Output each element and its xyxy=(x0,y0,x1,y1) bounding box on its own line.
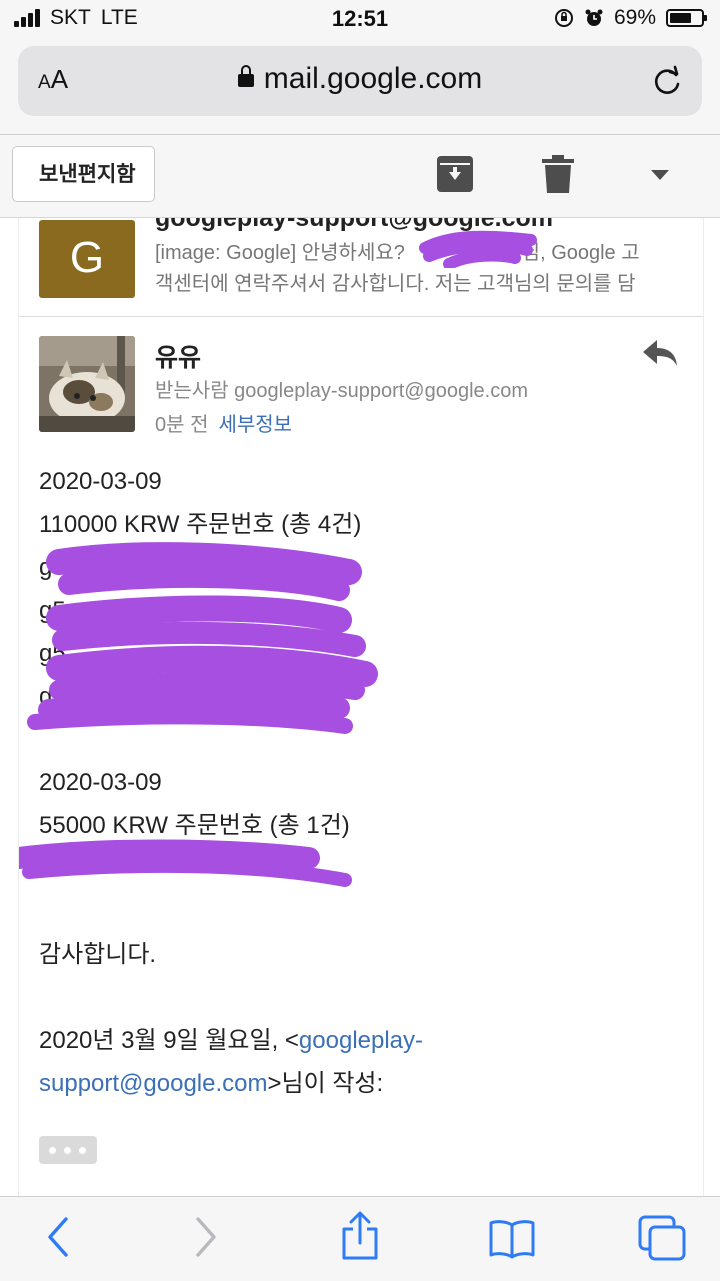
thanks-text: 감사합니다. xyxy=(39,941,157,968)
orientation-lock-icon xyxy=(554,9,573,27)
recipient-line: 받는사람 googleplay-support@google.com xyxy=(155,374,528,403)
message-header: 유유 받는사람 googleplay-support@google.com 0분… xyxy=(19,318,703,448)
order-summary-1: 110000 KRW 주문번호 (총 4건) xyxy=(39,511,362,538)
quote-header-line-1: 2020년 3월 9일 월요일, <googleplay- xyxy=(39,1019,689,1062)
browser-chrome: AA mail.google.com xyxy=(0,40,720,135)
recipient-label: 받는사람 xyxy=(155,380,229,402)
order-id-3: g5 xyxy=(39,640,66,667)
order-id-5 xyxy=(39,847,689,890)
battery-icon xyxy=(666,9,707,27)
snippet-fade xyxy=(643,218,703,316)
show-trimmed-button[interactable] xyxy=(39,1136,97,1164)
status-bar: SKT LTE 12:51 69% xyxy=(0,0,720,40)
trash-icon[interactable] xyxy=(542,155,574,193)
back-icon[interactable] xyxy=(44,1215,72,1259)
order-summary-2: 55000 KRW 주문번호 (총 1건) xyxy=(39,812,350,839)
screen: SKT LTE 12:51 69% AA mail.google.com 보낸편… xyxy=(0,0,720,1281)
tabs-icon[interactable] xyxy=(638,1215,686,1261)
address-bar[interactable]: AA mail.google.com xyxy=(18,46,702,116)
order-date-1: 2020-03-09 xyxy=(39,468,162,495)
previous-message[interactable]: G googleplay-support@google.com [image: … xyxy=(19,218,703,317)
chevron-down-icon[interactable] xyxy=(650,169,670,181)
lock-icon xyxy=(237,65,254,87)
url-field[interactable]: mail.google.com xyxy=(18,62,702,96)
quote-email-part-b[interactable]: support@google.com xyxy=(39,1070,268,1097)
snippet-line-2: 객센터에 연락주셔서 감사합니다. 저는 고객님의 문의를 담 xyxy=(155,273,636,295)
order-id-4: g3 xyxy=(39,683,66,710)
forward-icon[interactable] xyxy=(192,1215,220,1259)
sender-name: 유유 xyxy=(155,344,202,372)
order-id-1: g0 xyxy=(39,554,66,581)
order-id-2: g5 xyxy=(39,597,66,624)
snippet-part-a: [image: Google] 안녕하세요? xyxy=(155,242,405,264)
previous-sender: googleplay-support@google.com xyxy=(155,218,553,232)
order-date-2: 2020-03-09 xyxy=(39,769,162,796)
recipient-address: googleplay-support@google.com xyxy=(234,380,528,402)
quote-prefix: 2020년 3월 9일 월요일, < xyxy=(39,1027,299,1054)
mail-toolbar: 보낸편지함 xyxy=(0,135,720,218)
mail-thread: G googleplay-support@google.com [image: … xyxy=(18,218,704,1196)
time-line: 0분 전 세부정보 xyxy=(155,408,292,437)
quote-email-part-a[interactable]: googleplay- xyxy=(299,1027,423,1054)
quote-header-line-2: support@google.com>님이 작성: xyxy=(39,1062,689,1105)
message-body: 2020-03-09 110000 KRW 주문번호 (총 4건) g0 g5 … xyxy=(39,460,689,1105)
archive-icon[interactable] xyxy=(436,155,474,193)
status-right: 69% xyxy=(554,6,707,30)
bookmarks-icon[interactable] xyxy=(488,1219,536,1259)
message-time: 0분 전 xyxy=(155,414,209,436)
reload-icon[interactable] xyxy=(650,64,684,98)
share-icon[interactable] xyxy=(340,1211,380,1261)
browser-toolbar xyxy=(0,1196,720,1281)
battery-percent: 69% xyxy=(613,6,656,29)
sender-avatar-photo xyxy=(39,336,135,432)
details-link[interactable]: 세부정보 xyxy=(218,414,292,436)
reply-icon[interactable] xyxy=(641,338,679,368)
snippet-part-b: 고객님, Google 고 xyxy=(484,242,640,264)
back-to-sent-button[interactable]: 보낸편지함 xyxy=(12,146,155,202)
url-text: mail.google.com xyxy=(263,62,483,95)
previous-snippet: [image: Google] 안녕하세요? 고객님, Google 고 객센터에… xyxy=(155,238,695,300)
quote-suffix: >님이 작성: xyxy=(267,1070,384,1097)
sender-avatar: G xyxy=(39,220,135,298)
alarm-icon xyxy=(585,9,603,26)
